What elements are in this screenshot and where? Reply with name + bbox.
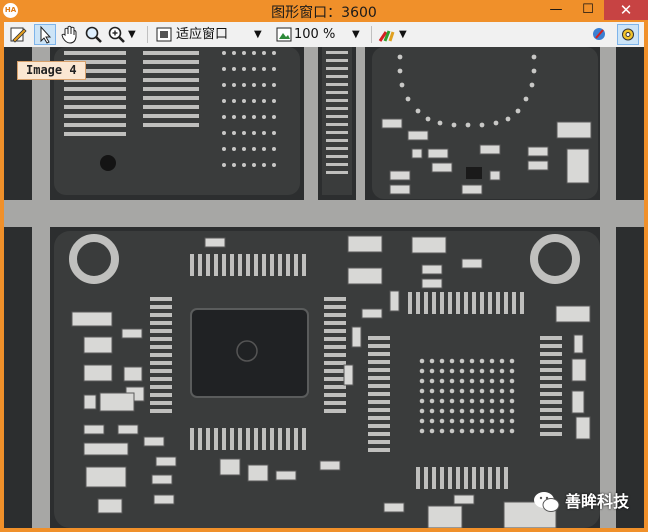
close-button[interactable]: ✕: [604, 0, 648, 20]
edit-region-button[interactable]: [7, 24, 29, 45]
pointer-icon: [40, 25, 52, 44]
image-zoom-icon: [276, 27, 292, 42]
color-tool-button[interactable]: [376, 24, 398, 45]
watermark-text: 善眸科技: [565, 492, 630, 511]
toolbar-separator: [371, 26, 372, 43]
toolbar-separator: [147, 26, 148, 43]
fit-window-label[interactable]: 适应窗口: [176, 24, 246, 45]
fit-window-dropdown[interactable]: ▼: [254, 24, 268, 45]
paint-brush-icon: [378, 30, 395, 42]
fit-window-icon: [156, 27, 172, 42]
wechat-icon: [534, 492, 560, 512]
zoom-mode-dropdown[interactable]: ▼: [128, 24, 142, 45]
pixel-info-icon: [593, 28, 605, 40]
color-dropdown[interactable]: ▼: [399, 24, 413, 45]
pcb-image: [4, 47, 644, 528]
image-viewport[interactable]: Image 4 善眸科技: [4, 47, 644, 528]
magnifier-icon: [85, 26, 102, 43]
pixel-info-button[interactable]: [589, 24, 611, 45]
minimize-button[interactable]: —: [540, 0, 572, 20]
graphics-toolbar: ▼ 适应窗口 ▼ 100 % ▼ ▼: [4, 22, 644, 48]
settings-button[interactable]: [617, 24, 639, 45]
fit-window-icon-button[interactable]: [154, 24, 174, 45]
zoom-tool-button[interactable]: [83, 24, 105, 45]
title-bar: HA 图形窗口：3600 — ☐ ✕: [0, 0, 648, 22]
pan-tool-button[interactable]: [59, 24, 81, 45]
zoom-percent-dropdown[interactable]: ▼: [352, 24, 366, 45]
edit-icon: [10, 27, 27, 43]
zoom-in-button[interactable]: [106, 24, 128, 45]
pointer-tool-button[interactable]: [34, 24, 56, 45]
hand-icon: [61, 25, 77, 44]
image-label: Image 4: [17, 61, 86, 80]
zoom-plus-icon: [108, 26, 125, 43]
gear-icon: [622, 28, 634, 41]
board-regions: [54, 47, 600, 528]
zoom-percent-icon-button[interactable]: [274, 24, 294, 45]
zoom-percent-value[interactable]: 100 %: [294, 24, 349, 45]
maximize-button[interactable]: ☐: [572, 0, 604, 20]
